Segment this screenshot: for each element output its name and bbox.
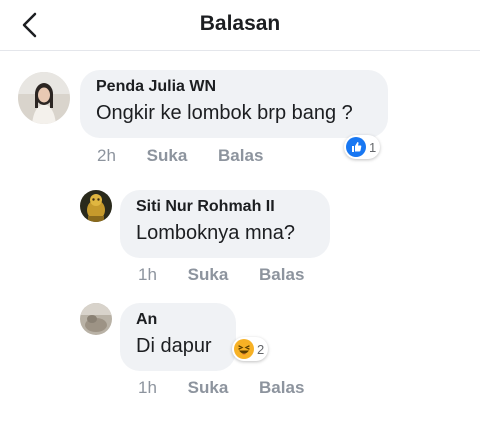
like-button[interactable]: Suka (188, 378, 229, 398)
reaction-badge[interactable]: 2 (232, 337, 269, 361)
like-button[interactable]: Suka (147, 146, 188, 166)
laughing-face-icon (234, 339, 254, 359)
comment-meta: 1h Suka Balas (138, 378, 304, 398)
comment-author[interactable]: Penda Julia WN (96, 78, 374, 96)
comment-time: 1h (138, 265, 157, 284)
like-button[interactable]: Suka (188, 265, 229, 285)
reaction-badge[interactable]: 1 (344, 135, 381, 159)
comment-time: 1h (138, 378, 157, 397)
comment-meta: 2h Suka Balas (97, 146, 263, 166)
reply-button[interactable]: Balas (259, 378, 304, 398)
avatar[interactable] (80, 190, 112, 222)
comment-bubble: Penda Julia WN Ongkir ke lombok brp bang… (80, 70, 388, 138)
comment-text: Lomboknya mna? (136, 222, 295, 244)
reply-button[interactable]: Balas (259, 265, 304, 285)
reply-button[interactable]: Balas (218, 146, 263, 166)
avatar[interactable] (80, 303, 112, 335)
avatar[interactable] (18, 72, 70, 124)
comment-author[interactable]: Siti Nur Rohmah II (136, 198, 316, 216)
comment-author[interactable]: An (136, 311, 222, 329)
comment-text: Di dapur (136, 335, 212, 357)
comment-bubble: Siti Nur Rohmah II Lomboknya mna? (120, 190, 330, 258)
page-title: Balasan (199, 12, 281, 35)
app-header: Balasan (0, 0, 480, 51)
reaction-count: 2 (257, 341, 265, 357)
reaction-count: 1 (369, 139, 377, 155)
comment-time: 2h (97, 146, 116, 165)
comment-text: Ongkir ke lombok brp bang ? (96, 102, 353, 124)
comment-meta: 1h Suka Balas (138, 265, 304, 285)
comment-bubble: An Di dapur (120, 303, 236, 371)
thumbs-up-icon (346, 137, 366, 157)
